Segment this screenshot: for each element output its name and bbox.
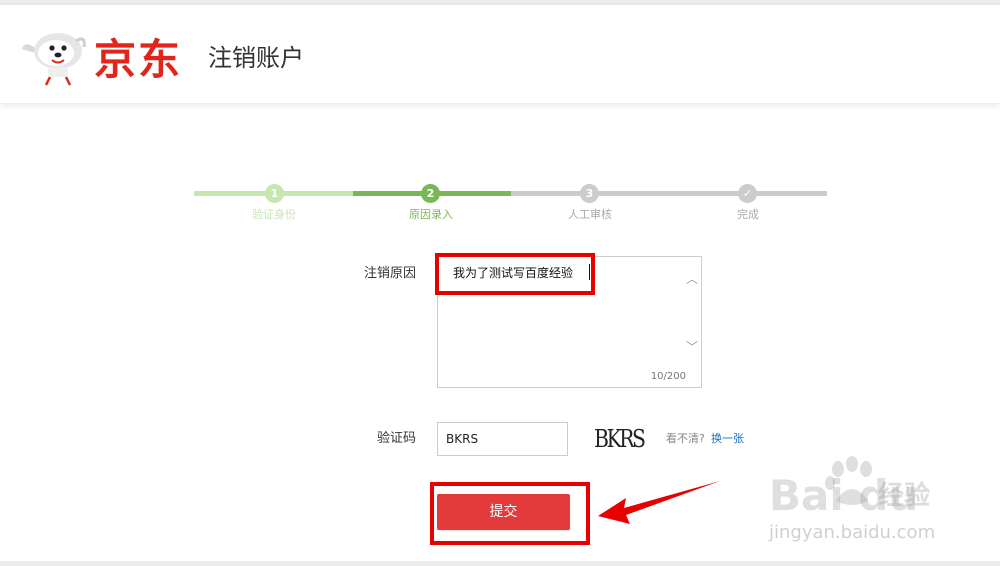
step-3-label: 人工审核 (568, 208, 612, 221)
captcha-input[interactable]: BKRS (437, 422, 568, 456)
highlight-box-reason (435, 253, 595, 295)
step-2-circle: 2 (421, 184, 440, 203)
step-1-label: 验证身份 (252, 208, 296, 221)
char-counter: 10/200 (650, 371, 686, 382)
step-4-check-icon: ✓ (738, 184, 757, 203)
chevron-up-icon[interactable]: ︿ (686, 270, 698, 287)
red-arrow-annotation (598, 481, 720, 524)
code-label: 验证码 (376, 431, 416, 446)
page-header: 京东 注销账户 (0, 5, 1000, 104)
unclear-text: 看不清? (666, 432, 705, 445)
page-title: 注销账户 (208, 44, 304, 72)
reason-label: 注销原因 (363, 266, 416, 281)
bottom-strip (0, 561, 1000, 566)
watermark-url: jingyan.baidu.com (769, 522, 936, 543)
step-4-label: 完成 (737, 208, 759, 221)
step-3-circle: 3 (580, 184, 599, 203)
submit-button[interactable]: 提交 (437, 494, 570, 530)
logo-text: 京东 (94, 35, 183, 84)
chevron-down-icon[interactable]: ﹀ (686, 338, 698, 355)
step-1-circle: 1 (265, 184, 284, 203)
step-2-label: 原因录入 (409, 208, 453, 221)
jd-dog-icon (22, 33, 86, 86)
baidu-paw-icon (825, 456, 872, 505)
captcha-image[interactable]: BKRS (594, 424, 646, 454)
watermark-jingyan: 经验 (878, 481, 931, 511)
change-captcha-link[interactable]: 换一张 (711, 432, 744, 446)
